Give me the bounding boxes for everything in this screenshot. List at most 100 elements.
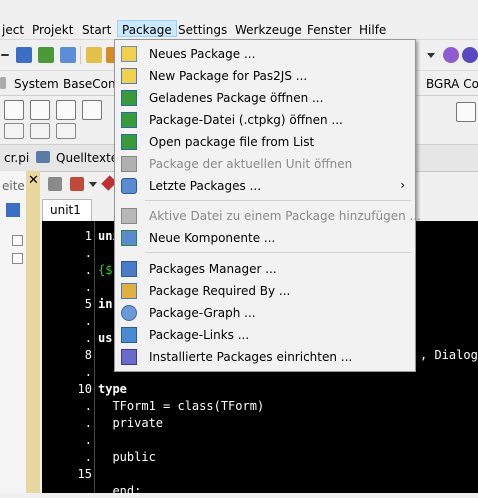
component-icon[interactable]	[456, 102, 476, 122]
menu-separator	[145, 252, 411, 253]
menu-package[interactable]: Package	[117, 20, 177, 37]
open-package-list-icon	[121, 134, 137, 150]
tab-bgra-controls[interactable]: BGRA Cor	[426, 77, 478, 91]
menu-item-label: Package-Graph ...	[149, 306, 256, 320]
line-number: .	[84, 416, 92, 430]
package-required-by-icon	[121, 283, 137, 299]
code-line: , Dialog	[420, 348, 478, 362]
code-line: public	[98, 450, 156, 464]
component-icon[interactable]	[30, 123, 50, 139]
open-icon[interactable]	[60, 47, 76, 63]
line-number: 1	[84, 229, 92, 243]
code-line: TForm1 = class(TForm)	[98, 399, 265, 413]
expand-icon[interactable]	[12, 253, 23, 264]
tab-inspector[interactable]: cr.pi	[4, 151, 29, 165]
expand-icon[interactable]	[12, 235, 23, 246]
toolbar-separator	[80, 46, 81, 64]
form-icon[interactable]	[48, 177, 62, 191]
dropdown-arrow-icon[interactable]	[1, 54, 9, 56]
menu-projekt[interactable]: Projekt	[32, 23, 73, 37]
line-number: .	[84, 314, 92, 328]
menu-item-open-package-from-list[interactable]: Open package file from List	[117, 131, 413, 153]
tab-system[interactable]: System	[14, 77, 59, 91]
tab-unit1[interactable]: unit1	[42, 199, 92, 222]
folder-strip	[26, 171, 40, 493]
save-icon[interactable]	[16, 47, 32, 63]
menu-hilfe[interactable]: Hilfe	[359, 23, 386, 37]
package-menu: Neues Package ... New Package for Pas2JS…	[114, 39, 421, 372]
package-links-icon	[121, 327, 137, 343]
gear-icon[interactable]	[443, 47, 459, 63]
menu-item-label: New Package for Pas2JS ...	[149, 69, 308, 83]
menu-item-label: Package der aktuellen Unit öffnen	[149, 157, 353, 171]
open-loaded-package-icon	[121, 90, 137, 106]
recent-packages-icon	[121, 178, 137, 194]
menu-item-new-pas2js-package[interactable]: New Package for Pas2JS ...	[117, 65, 413, 87]
component-icon[interactable]	[56, 100, 76, 120]
menu-fenster[interactable]: Fenster	[307, 23, 352, 37]
install-packages-icon	[121, 349, 137, 365]
save-icon[interactable]	[6, 203, 20, 217]
line-number: .	[84, 450, 92, 464]
component-icon[interactable]	[4, 100, 24, 120]
menu-item-open-loaded-package[interactable]: Geladenes Package öffnen ...	[117, 87, 413, 109]
current-unit-package-icon	[121, 156, 137, 172]
tab-basecont[interactable]: BaseCont	[63, 77, 120, 91]
menu-item-package-graph[interactable]: Package-Graph ...	[117, 302, 413, 324]
line-number: .	[84, 399, 92, 413]
line-number: .	[84, 365, 92, 379]
component-icon[interactable]	[4, 123, 24, 139]
line-number: .	[84, 331, 92, 345]
gutter-separator	[94, 221, 95, 493]
menu-item-label: Aktive Datei zu einem Package hinzufügen…	[149, 209, 421, 223]
new-form-icon[interactable]	[86, 47, 102, 63]
open-package-file-icon	[121, 112, 137, 128]
line-number: .	[84, 433, 92, 447]
menu-edit-cropped[interactable]: ject	[2, 23, 24, 37]
line-number: 5	[84, 297, 92, 311]
menu-settings[interactable]: Settings	[178, 23, 227, 37]
menu-item-new-package[interactable]: Neues Package ...	[117, 43, 413, 65]
save-all-icon[interactable]	[38, 47, 54, 63]
unit-tab-label: unit1	[50, 203, 81, 217]
chevron-down-icon[interactable]	[89, 182, 97, 187]
menu-item-package-links[interactable]: Package-Links ...	[117, 324, 413, 346]
chevron-down-icon[interactable]	[427, 53, 435, 58]
component-icon[interactable]	[82, 100, 102, 120]
menu-item-label: Package Required By ...	[149, 284, 291, 298]
code-line: end;	[98, 484, 142, 498]
menu-item-label: Installierte Packages einrichten ...	[149, 350, 353, 364]
menu-start[interactable]: Start	[82, 23, 111, 37]
menu-item-current-unit-package: Package der aktuellen Unit öffnen	[117, 153, 413, 175]
menu-item-new-component[interactable]: Neue Komponente ...	[117, 227, 413, 249]
menu-item-recent-packages[interactable]: Letzte Packages ... ›	[117, 175, 413, 197]
settings-icon[interactable]	[462, 47, 478, 63]
component-icon[interactable]	[56, 123, 76, 139]
menu-item-install-packages[interactable]: Installierte Packages einrichten ...	[117, 346, 413, 368]
line-number: .	[84, 246, 92, 260]
menu-item-label: Neues Package ...	[149, 47, 256, 61]
line-number: .	[84, 484, 92, 498]
line-number: 15	[77, 467, 92, 481]
menu-item-label: Package-Links ...	[149, 328, 250, 342]
code-line: us	[98, 331, 113, 345]
menu-item-package-required-by[interactable]: Package Required By ...	[117, 280, 413, 302]
line-number: .	[84, 263, 92, 277]
menu-item-label: Packages Manager ...	[149, 262, 277, 276]
close-icon[interactable]: ✕	[28, 173, 39, 188]
menu-item-label: Package-Datei (.ctpkg) öffnen ...	[149, 113, 343, 127]
component-icon[interactable]	[30, 100, 50, 120]
menu-bar: ject Projekt Start Package Settings Werk…	[0, 20, 478, 40]
line-number: 10	[77, 382, 92, 396]
menu-werkzeuge[interactable]: Werkzeuge	[235, 23, 302, 37]
tab-scroll-handle[interactable]	[0, 77, 6, 89]
line-number: 8	[84, 348, 92, 362]
menu-item-open-package-file[interactable]: Package-Datei (.ctpkg) öffnen ...	[117, 109, 413, 131]
code-line: private	[98, 416, 164, 430]
unit-icon[interactable]	[70, 177, 84, 191]
menu-item-label: Neue Komponente ...	[149, 231, 276, 245]
add-file-to-package-icon	[121, 208, 137, 224]
menu-item-label: Letzte Packages ...	[149, 179, 262, 193]
title-strip	[0, 0, 478, 20]
menu-item-packages-manager[interactable]: Packages Manager ...	[117, 258, 413, 280]
